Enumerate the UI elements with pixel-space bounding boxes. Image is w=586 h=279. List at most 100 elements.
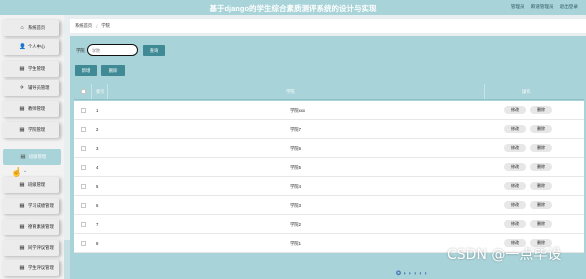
breadcrumb-home[interactable]: 系统首页 — [75, 23, 92, 29]
grid-icon: ▦ — [19, 66, 25, 72]
row-college-name: 学院5 — [290, 165, 301, 170]
sidebar-item-grades[interactable]: ▦ 学习成绩管理 — [2, 198, 59, 214]
sidebar-item-counselors[interactable]: ✈ 辅导员管理 — [2, 80, 59, 96]
breadcrumb-separator: / — [96, 23, 98, 29]
select-all-checkbox[interactable] — [81, 89, 86, 94]
edit-button[interactable]: 修改 — [504, 163, 526, 171]
row-checkbox[interactable] — [81, 203, 86, 208]
user-icon: 👤 — [19, 44, 26, 50]
row-index: 2 — [96, 127, 99, 132]
sidebar-item-students[interactable]: ▦ 学生管理 — [2, 61, 59, 77]
edit-button[interactable]: 修改 — [504, 182, 526, 190]
sidebar-item-colleges[interactable]: ▦ 学院管理 — [2, 122, 59, 138]
send-icon: ✈ — [19, 85, 25, 91]
sidebar-item-label: 学习成绩管理 — [28, 203, 54, 208]
row-college-name: 学院2 — [290, 222, 301, 227]
sidebar-item-label: 学院管理 — [28, 127, 46, 132]
edit-button[interactable]: 修改 — [504, 125, 526, 133]
row-checkbox[interactable] — [81, 146, 86, 151]
sidebar-item-label: 德育素质管理 — [28, 224, 54, 229]
sidebar-item-classes[interactable]: ▦ 班级管理 — [2, 177, 59, 193]
row-checkbox[interactable] — [81, 222, 86, 227]
search-label: 学院 — [76, 48, 85, 53]
batch-delete-button[interactable]: 删除 — [101, 65, 125, 76]
bottom-logo: ✪ ◖ ◗ ◖ ◗ ◗ — [396, 271, 428, 277]
table-row: 4 学院5 修改 删除 — [74, 158, 584, 177]
column-divider — [91, 84, 92, 99]
add-button[interactable]: 新增 — [75, 65, 97, 76]
table-row: 6 学院3 修改 删除 — [74, 196, 584, 215]
column-header-ops: 操作 — [522, 89, 531, 94]
row-college-name: 学院1 — [290, 241, 301, 246]
sidebar-item-label: 个人中心 — [28, 44, 46, 49]
edit-button[interactable]: 修改 — [504, 106, 526, 114]
row-index: 3 — [96, 146, 99, 151]
edit-button[interactable]: 修改 — [504, 144, 526, 152]
row-index: 8 — [96, 241, 99, 246]
table-row: 3 学院6 修改 删除 — [74, 139, 584, 158]
sidebar-item-profile[interactable]: 👤 个人中心 — [2, 39, 59, 55]
breadcrumb-current: 学院 — [101, 23, 110, 28]
sidebar-item-moral[interactable]: ▦ 德育素质管理 — [2, 219, 59, 235]
role-label: 管理员 — [510, 4, 525, 9]
delete-button[interactable]: 删除 — [530, 182, 552, 190]
column-divider — [484, 84, 485, 99]
row-checkbox[interactable] — [81, 184, 86, 189]
document-icon: ▤ — [20, 154, 26, 160]
sidebar-item-label: 同学评议管理 — [28, 245, 54, 250]
column-header-index: 索引 — [96, 89, 105, 94]
table-row: 2 学院7 修改 删除 — [74, 120, 584, 139]
row-index: 4 — [96, 165, 99, 170]
row-checkbox[interactable] — [81, 108, 86, 113]
row-college-name: 学院7 — [290, 127, 301, 132]
edit-button[interactable]: 修改 — [504, 201, 526, 209]
sidebar-subitem-college-management[interactable]: ▤ 班级管理 — [3, 149, 61, 165]
delete-button[interactable]: 删除 — [530, 163, 552, 171]
delete-button[interactable]: 删除 — [530, 201, 552, 209]
hand-cursor-icon: ☝ — [11, 167, 23, 177]
table-header: 索引 学院 操作 — [74, 84, 584, 100]
row-college-name: 学院3 — [290, 203, 301, 208]
row-checkbox[interactable] — [81, 241, 86, 246]
grid-icon: ▦ — [19, 203, 25, 209]
delete-button[interactable]: 删除 — [530, 144, 552, 152]
row-checkbox[interactable] — [81, 165, 86, 170]
grid-icon: ▦ — [19, 127, 25, 133]
sidebar-item-teachers[interactable]: ▦ 教师管理 — [2, 101, 59, 117]
sidebar-item-home[interactable]: ⌂ 系统首页 — [2, 20, 59, 36]
sidebar-item-peer-review[interactable]: ▦ 同学评议管理 — [2, 240, 59, 256]
table-row: 7 学院2 修改 删除 — [74, 215, 584, 234]
delete-button[interactable]: 删除 — [530, 220, 552, 228]
row-college-name: 学院4 — [290, 184, 301, 189]
sidebar-item-student-review[interactable]: ▦ 学生评议管理 — [2, 260, 59, 276]
grid-icon: ▦ — [19, 106, 25, 112]
search-input[interactable] — [87, 44, 138, 56]
sidebar-item-label: 学生管理 — [28, 66, 46, 71]
sidebar: ⌂ 系统首页 👤 个人中心 ▦ 学生管理 ✈ 辅导员管理 ▦ 教师管理 ▦ 学院… — [0, 15, 64, 279]
row-index: 5 — [96, 184, 99, 189]
top-bar: 基于django的学生综合素质测评系统的设计与实现 管理员 麻速管理员 退出登录 — [0, 0, 586, 15]
row-college-name: 学院xxx — [290, 108, 306, 113]
row-checkbox[interactable] — [81, 127, 86, 132]
search-button[interactable]: 查询 — [143, 45, 165, 56]
app-title: 基于django的学生综合素质测评系统的设计与实现 — [209, 4, 377, 13]
watermark-text: CSDN @一点毕设 — [447, 247, 562, 263]
chevron-down-icon: ⌄ — [23, 168, 28, 174]
breadcrumb: 系统首页 / 学院 — [70, 19, 586, 33]
grid-icon: ▦ — [19, 245, 25, 251]
column-divider — [107, 84, 108, 99]
sidebar-item-label: 辅导员管理 — [28, 85, 50, 90]
sidebar-item-label: 系统首页 — [28, 25, 46, 30]
sidebar-item-label: 学生评议管理 — [28, 265, 54, 270]
edit-button[interactable]: 修改 — [504, 220, 526, 228]
grid-icon: ▦ — [19, 265, 25, 271]
logout-link[interactable]: 退出登录 — [560, 4, 578, 10]
username-label: 麻速管理员 — [530, 4, 554, 9]
delete-button[interactable]: 删除 — [530, 106, 552, 114]
delete-button[interactable]: 删除 — [530, 125, 552, 133]
user-links: 管理员 麻速管理员 退出登录 — [511, 4, 578, 10]
sidebar-item-label: 班级管理 — [29, 154, 47, 159]
grid-icon: ▦ — [19, 224, 25, 230]
row-college-name: 学院6 — [290, 146, 301, 151]
home-icon: ⌂ — [20, 25, 24, 31]
